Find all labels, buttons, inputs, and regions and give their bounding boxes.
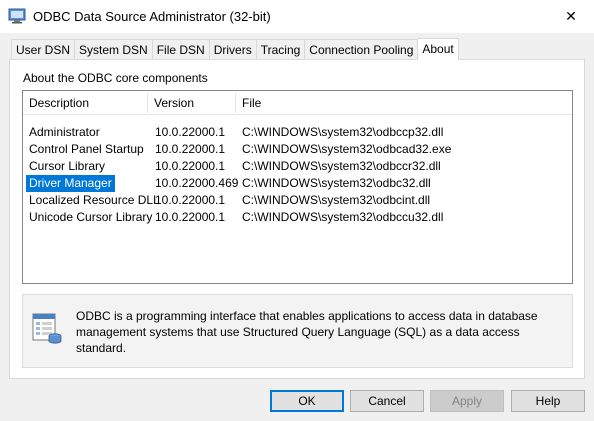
cell-description: Unicode Cursor Library	[29, 210, 153, 224]
odbc-info-box: ODBC is a programming interface that ena…	[22, 294, 573, 368]
cell-file: C:\WINDOWS\system32\odbcad32.exe	[242, 142, 452, 156]
tab-user-dsn[interactable]: User DSN	[11, 39, 76, 60]
table-row[interactable]: Unicode Cursor Library 10.0.22000.1 C:\W…	[23, 209, 572, 226]
tab-file-dsn[interactable]: File DSN	[151, 39, 210, 60]
table-row-selected[interactable]: Driver Manager 10.0.22000.469 C:\WINDOWS…	[23, 175, 572, 192]
column-header-description[interactable]: Description	[23, 91, 147, 115]
cell-version: 10.0.22000.1	[155, 210, 226, 224]
apply-button[interactable]: Apply	[430, 390, 504, 412]
group-label: About the ODBC core components	[23, 71, 208, 85]
ok-button[interactable]: OK	[270, 390, 344, 412]
table-row[interactable]: Administrator 10.0.22000.1 C:\WINDOWS\sy…	[23, 124, 572, 141]
table-row[interactable]: Localized Resource DLL 10.0.22000.1 C:\W…	[23, 192, 572, 209]
cell-version: 10.0.22000.1	[155, 159, 226, 173]
cell-file: C:\WINDOWS\system32\odbccp32.dll	[242, 125, 444, 139]
close-icon: ✕	[565, 8, 577, 24]
cell-file: C:\WINDOWS\system32\odbccu32.dll	[242, 210, 444, 224]
cell-file: C:\WINDOWS\system32\odbc32.dll	[242, 176, 431, 190]
help-button[interactable]: Help	[511, 390, 585, 412]
components-listview[interactable]: Description Version File Administrator 1…	[22, 90, 573, 284]
odbc-app-icon	[8, 8, 26, 24]
tab-tracing[interactable]: Tracing	[255, 39, 306, 60]
cell-description: Administrator	[29, 125, 100, 139]
tab-strip: User DSN System DSN File DSN Drivers Tra…	[11, 38, 459, 60]
tab-connection-pooling[interactable]: Connection Pooling	[304, 39, 419, 60]
cell-description: Localized Resource DLL	[29, 193, 160, 207]
tab-system-dsn[interactable]: System DSN	[74, 39, 153, 60]
cell-description: Driver Manager	[26, 175, 115, 192]
table-row[interactable]: Cursor Library 10.0.22000.1 C:\WINDOWS\s…	[23, 158, 572, 175]
cell-version: 10.0.22000.1	[155, 125, 226, 139]
cell-description: Control Panel Startup	[29, 142, 144, 156]
listview-header: Description Version File	[23, 91, 572, 115]
column-header-file[interactable]: File	[236, 91, 572, 115]
cell-file: C:\WINDOWS\system32\odbccr32.dll	[242, 159, 441, 173]
about-tab-panel: About the ODBC core components Descripti…	[9, 59, 585, 379]
column-header-version[interactable]: Version	[148, 91, 235, 115]
window-title: ODBC Data Source Administrator (32-bit)	[33, 9, 271, 24]
cell-file: C:\WINDOWS\system32\odbcint.dll	[242, 193, 431, 207]
cell-version: 10.0.22000.469	[155, 176, 239, 190]
tab-drivers[interactable]: Drivers	[208, 39, 257, 60]
odbc-description-text: ODBC is a programming interface that ena…	[76, 309, 538, 355]
title-bar[interactable]: ODBC Data Source Administrator (32-bit) …	[0, 0, 594, 33]
table-row[interactable]: Control Panel Startup 10.0.22000.1 C:\WI…	[23, 141, 572, 158]
database-document-icon	[32, 313, 62, 344]
cell-version: 10.0.22000.1	[155, 142, 226, 156]
cell-description: Cursor Library	[29, 159, 106, 173]
close-button[interactable]: ✕	[548, 0, 594, 33]
cell-version: 10.0.22000.1	[155, 193, 226, 207]
cancel-button[interactable]: Cancel	[350, 390, 424, 412]
tab-about[interactable]: About	[417, 38, 459, 60]
